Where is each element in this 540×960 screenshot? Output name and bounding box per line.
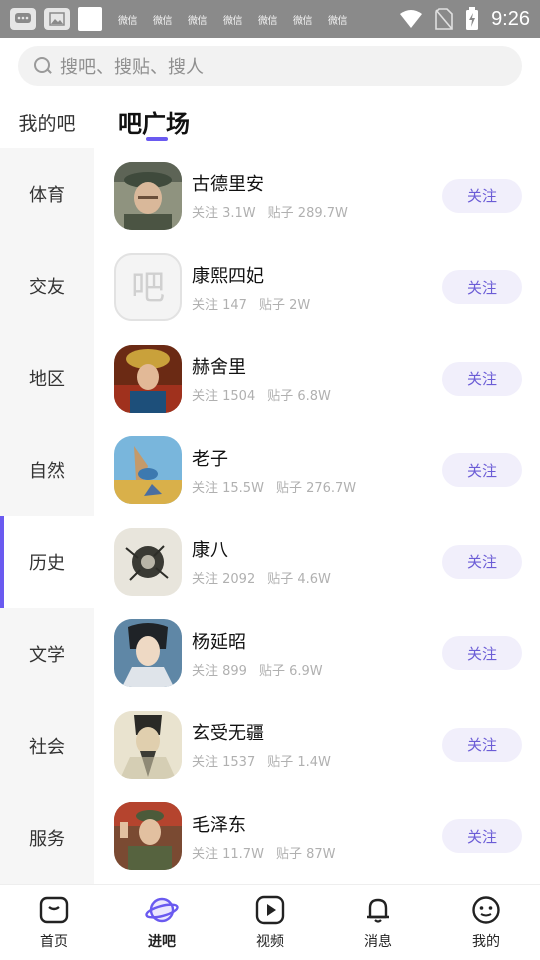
bottom-nav: 首页 进吧 视频 消息 我的 <box>0 884 540 960</box>
planet-icon <box>145 897 179 922</box>
follow-button[interactable]: 关注 <box>442 819 522 854</box>
clock: 9:26 <box>491 7 530 30</box>
tab-label: 首页 <box>40 933 68 950</box>
category-sidebar: 我的吧 体育 交友 地区 自然 历史 文学 社会 服务 <box>0 96 94 884</box>
search-bar[interactable]: 搜吧、搜贴、搜人 <box>18 46 522 86</box>
bar-name: 古德里安 <box>192 174 264 196</box>
follower-count: 关注 147 <box>192 297 247 313</box>
follow-button[interactable]: 关注 <box>442 270 522 305</box>
bar-name: 老子 <box>192 448 228 470</box>
follow-button[interactable]: 关注 <box>442 361 522 396</box>
video-icon <box>255 895 285 924</box>
battery-icon <box>466 7 479 30</box>
list-item[interactable]: 康八 关注 2092 贴子 4.6W 关注 <box>112 516 540 608</box>
sidebar-item-society[interactable]: 社会 <box>0 700 94 792</box>
notification-text: 微信 <box>258 15 278 27</box>
bar-avatar <box>114 161 182 230</box>
tab-label: 我的 <box>472 933 500 950</box>
no-sim-icon <box>435 8 453 30</box>
tab-bars[interactable]: 进吧 <box>108 885 216 960</box>
home-icon <box>39 896 69 923</box>
list-item[interactable]: 老子 关注 15.5W 贴子 276.7W 关注 <box>112 425 540 517</box>
notification-text: 微信 <box>153 15 173 27</box>
post-count: 贴子 289.7W <box>267 206 348 222</box>
bar-name: 康八 <box>192 540 228 562</box>
bar-avatar <box>114 710 182 779</box>
category-list: 体育 交友 地区 自然 历史 文学 社会 服务 <box>0 148 94 884</box>
follow-button[interactable]: 关注 <box>442 453 522 488</box>
bar-avatar <box>114 527 182 596</box>
notification-text: 微信 <box>223 15 243 27</box>
tab-label: 消息 <box>364 933 392 950</box>
tab-label: 进吧 <box>148 933 176 950</box>
post-count: 贴子 87W <box>275 846 336 862</box>
list-item[interactable]: 古德里安 关注 3.1W 贴子 289.7W 关注 <box>112 150 540 242</box>
bar-name: 康熙四妃 <box>192 265 264 287</box>
list-item[interactable]: 玄受无疆 关注 1537 贴子 1.4W 关注 <box>112 699 540 791</box>
notification-text: 微信 <box>328 15 348 27</box>
follow-button[interactable]: 关注 <box>442 727 522 762</box>
follow-button[interactable]: 关注 <box>442 544 522 579</box>
list-item[interactable]: 吧 康熙四妃 关注 147 贴子 2W 关注 <box>112 242 540 334</box>
search-icon <box>32 55 54 77</box>
bar-avatar: 吧 <box>114 253 182 322</box>
profile-icon <box>472 895 500 924</box>
follower-count: 关注 2092 <box>192 572 256 588</box>
tab-profile[interactable]: 我的 <box>432 885 540 960</box>
post-count: 贴子 276.7W <box>275 480 357 496</box>
status-bar: 微信 微信 微信 微信 微信 微信 微信 9:26 <box>0 0 540 38</box>
tab-messages[interactable]: 消息 <box>324 885 432 960</box>
tab-home[interactable]: 首页 <box>0 885 108 960</box>
sidebar-item-region[interactable]: 地区 <box>0 332 94 424</box>
tab-label: 视频 <box>256 933 284 950</box>
follow-button[interactable]: 关注 <box>442 636 522 671</box>
avatar-glyph: 吧 <box>131 268 165 308</box>
sidebar-item-literature[interactable]: 文学 <box>0 608 94 700</box>
notification-text: 微信 <box>188 15 208 27</box>
sidebar-item-service[interactable]: 服务 <box>0 792 94 884</box>
post-count: 贴子 4.6W <box>267 572 331 588</box>
sidebar-item-friends[interactable]: 交友 <box>0 240 94 332</box>
notification-text: 微信 <box>118 15 138 27</box>
sidebar-item-my-bars[interactable]: 我的吧 <box>0 96 94 148</box>
bar-avatar <box>114 344 182 413</box>
post-count: 贴子 2W <box>258 297 311 313</box>
title-underline <box>146 137 168 141</box>
page-title: 吧广场 <box>118 110 190 138</box>
sidebar-item-sports[interactable]: 体育 <box>0 148 94 240</box>
post-count: 贴子 6.8W <box>267 389 331 405</box>
notification-text: 微信 <box>293 15 313 27</box>
list-item[interactable]: 赫舍里 关注 1504 贴子 6.8W 关注 <box>112 333 540 425</box>
follower-count: 关注 1504 <box>192 389 256 405</box>
follower-count: 关注 899 <box>192 663 247 679</box>
list-item[interactable]: 毛泽东 关注 11.7W 贴子 87W 关注 <box>112 791 540 883</box>
chat-bubble-icon <box>10 8 36 30</box>
bell-icon <box>367 898 389 923</box>
follow-button[interactable]: 关注 <box>442 178 522 213</box>
bar-avatar <box>114 436 182 505</box>
sidebar-item-nature[interactable]: 自然 <box>0 424 94 516</box>
list-item[interactable]: 杨延昭 关注 899 贴子 6.9W 关注 <box>112 608 540 700</box>
follower-count: 关注 11.7W <box>192 846 264 862</box>
bar-name: 玄受无疆 <box>192 723 264 745</box>
image-icon <box>44 8 70 30</box>
bar-avatar <box>114 619 182 688</box>
bar-avatar <box>114 802 182 871</box>
tab-video[interactable]: 视频 <box>216 885 324 960</box>
app-notification-icon <box>78 7 102 31</box>
follower-count: 关注 3.1W <box>192 206 256 222</box>
search-placeholder: 搜吧、搜贴、搜人 <box>60 57 204 78</box>
wifi-icon <box>400 10 423 28</box>
sidebar-item-history[interactable]: 历史 <box>0 516 94 608</box>
post-count: 贴子 1.4W <box>267 755 331 771</box>
bar-name: 赫舍里 <box>192 357 246 379</box>
bar-name: 杨延昭 <box>192 631 246 653</box>
follower-count: 关注 1537 <box>192 755 256 771</box>
follower-count: 关注 15.5W <box>192 480 264 496</box>
post-count: 贴子 6.9W <box>258 663 323 679</box>
bar-name: 毛泽东 <box>192 814 246 836</box>
bar-list: 古德里安 关注 3.1W 贴子 289.7W 关注 吧 康熙四妃 关注 147 贴子… <box>112 150 540 882</box>
